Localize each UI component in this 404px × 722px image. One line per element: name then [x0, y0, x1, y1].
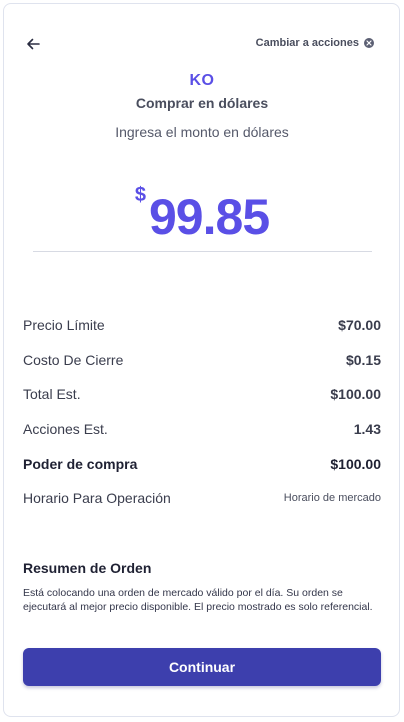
amount-value[interactable]: 99.85 [149, 192, 270, 242]
detail-value: Horario de mercado [283, 492, 381, 505]
detail-value: $100.00 [330, 386, 381, 403]
detail-value: $100.00 [330, 455, 381, 472]
amount-prompt: Ingresa el monto en dólares [115, 124, 289, 140]
back-button[interactable] [24, 35, 42, 53]
amount-underline [33, 251, 372, 252]
continue-button[interactable]: Continuar [23, 648, 381, 686]
arrow-left-icon [27, 38, 40, 50]
detail-label: Total Est. [23, 386, 81, 403]
detail-row-closing-cost: Costo De Cierre $0.15 [23, 343, 381, 378]
order-summary-text: Está colocando una orden de mercado váli… [23, 587, 373, 613]
close-circle-icon [364, 38, 374, 48]
currency-symbol: $ [134, 184, 146, 206]
detail-label: Acciones Est. [23, 421, 108, 438]
switch-to-shares-button[interactable]: Cambiar a acciones [256, 37, 374, 49]
switch-label: Cambiar a acciones [255, 37, 359, 49]
detail-value: $0.15 [345, 351, 381, 368]
detail-row-buying-power: Poder de compra $100.00 [23, 446, 381, 481]
detail-value: $70.00 [338, 317, 381, 334]
detail-value: 1.43 [353, 421, 381, 438]
detail-row-trading-hours: Horario Para Operación Horario de mercad… [23, 481, 381, 516]
detail-label: Poder de compra [23, 455, 138, 472]
amount-input[interactable]: $ 99.85 [0, 180, 404, 250]
detail-row-shares: Acciones Est. 1.43 [23, 412, 381, 447]
order-details: Precio Límite $70.00 Costo De Cierre $0.… [23, 308, 381, 516]
order-summary-title: Resumen de Orden [23, 560, 152, 576]
ticker-symbol: KO [189, 72, 215, 89]
order-type-title: Comprar en dólares [135, 95, 269, 111]
detail-row-limit-price: Precio Límite $70.00 [23, 308, 381, 343]
detail-label: Costo De Cierre [23, 351, 124, 368]
detail-row-total: Total Est. $100.00 [23, 377, 381, 412]
detail-label: Horario Para Operación [23, 490, 171, 507]
detail-label: Precio Límite [23, 317, 105, 334]
